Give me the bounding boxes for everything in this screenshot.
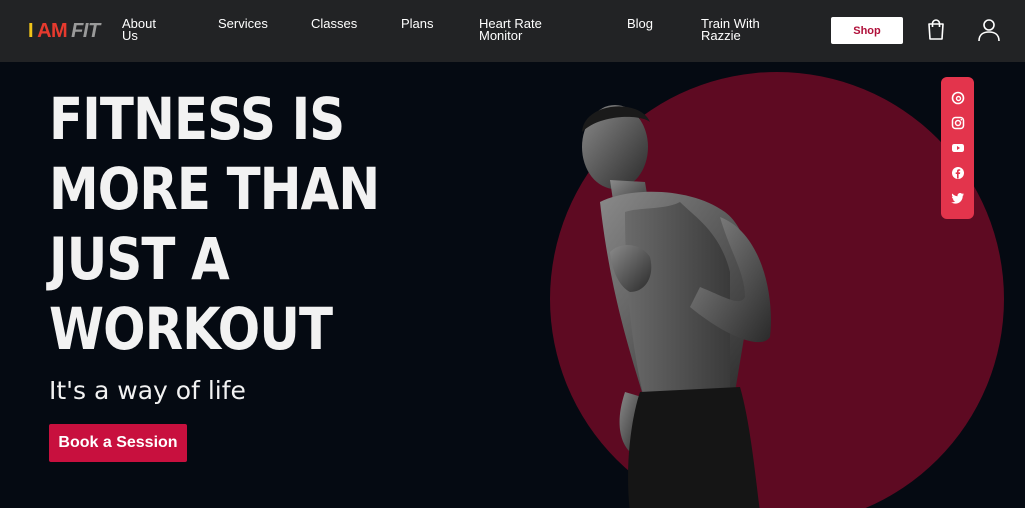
nav-link-about-us[interactable]: About Us bbox=[122, 17, 212, 43]
nav-link-plans[interactable]: Plans bbox=[401, 16, 491, 31]
social-links-bar bbox=[941, 77, 974, 219]
nav-link-label: Us bbox=[122, 28, 138, 43]
nav-link-heart-rate-monitor[interactable]: Heart Rate Monitor bbox=[479, 17, 569, 43]
hero-tagline: It's a way of life bbox=[49, 376, 246, 405]
top-navigation: I AM FIT About Us Services Classes Plans… bbox=[0, 0, 1025, 62]
logo-part-2: AM bbox=[37, 20, 68, 42]
headline-line: MORE THAN bbox=[49, 155, 380, 223]
threads-icon[interactable] bbox=[950, 90, 966, 106]
headline-line: FITNESS IS bbox=[49, 85, 345, 153]
site-logo[interactable]: I AM FIT bbox=[28, 19, 100, 43]
book-session-button[interactable]: Book a Session bbox=[49, 424, 187, 462]
twitter-icon[interactable] bbox=[950, 190, 966, 206]
headline-line: JUST A bbox=[49, 225, 230, 293]
nav-link-train-with-razzie[interactable]: Train With Razzie bbox=[701, 17, 791, 43]
hero-section: FITNESS IS MORE THAN JUST A WORKOUT It's… bbox=[0, 62, 1025, 508]
cart-icon[interactable] bbox=[923, 16, 949, 44]
nav-link-label: Classes bbox=[311, 16, 358, 31]
nav-link-label: Monitor bbox=[479, 28, 523, 43]
headline-line: WORKOUT bbox=[49, 295, 333, 363]
nav-link-classes[interactable]: Classes bbox=[311, 16, 401, 31]
nav-link-label: Plans bbox=[401, 16, 434, 31]
nav-link-label: Services bbox=[218, 16, 268, 31]
logo-part-1: I bbox=[28, 20, 34, 42]
facebook-icon[interactable] bbox=[950, 165, 966, 181]
user-icon[interactable] bbox=[976, 16, 1002, 44]
logo-part-3: FIT bbox=[71, 20, 100, 42]
instagram-icon[interactable] bbox=[950, 115, 966, 131]
hero-headline: FITNESS IS MORE THAN JUST A WORKOUT bbox=[49, 84, 393, 364]
shop-button[interactable]: Shop bbox=[831, 17, 903, 44]
youtube-icon[interactable] bbox=[950, 140, 966, 156]
nav-link-services[interactable]: Services bbox=[218, 16, 308, 31]
nav-link-label: Razzie bbox=[701, 28, 741, 43]
athlete-image bbox=[582, 105, 771, 508]
